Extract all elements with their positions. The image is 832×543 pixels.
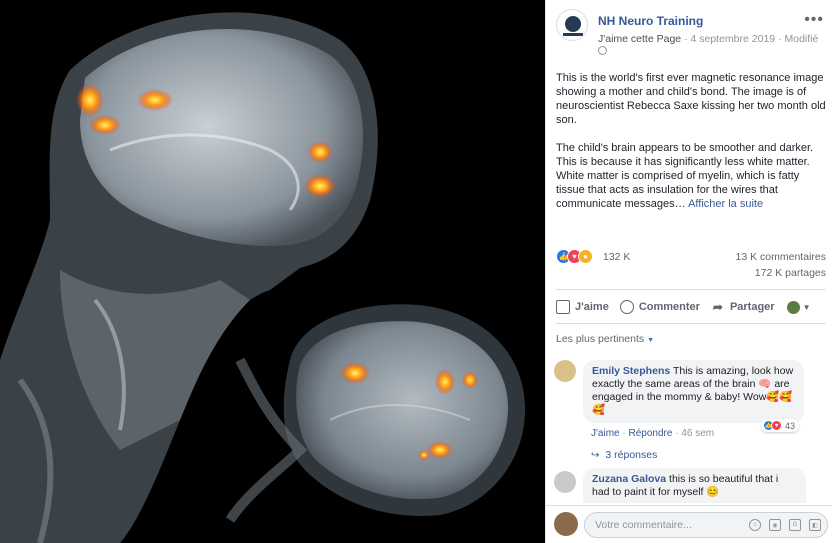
wow-reaction-icon: ● — [578, 249, 593, 264]
post-meta: J'aime cette Page · 4 septembre 2019 · M… — [598, 33, 818, 45]
more-options-icon[interactable]: ••• — [804, 11, 824, 29]
comment-author-link[interactable]: Emily Stephens — [592, 365, 670, 377]
meta-separator: · — [684, 33, 688, 45]
comments-list: Emily Stephens This is amazing, look how… — [546, 350, 832, 505]
share-button[interactable]: ➦ Partager — [711, 300, 775, 314]
post-paragraph: The child's brain appears to be smoother… — [556, 141, 828, 211]
comment-reaction-badge[interactable]: 👍 ♥ 43 — [761, 419, 800, 432]
modified-label[interactable]: Modifié — [784, 33, 818, 45]
comment-age[interactable]: 46 sem — [681, 428, 714, 439]
post-text: This is the world's first ever magnetic … — [556, 71, 828, 225]
comment-link-separator: · — [622, 428, 626, 439]
comment-input-placeholder: Votre commentaire... — [595, 519, 692, 531]
commenter-avatar[interactable] — [554, 360, 576, 382]
user-avatar-icon — [786, 300, 800, 314]
share-count[interactable]: 172 K partages — [755, 267, 826, 279]
comment-links: J'aime · Répondre · 46 sem — [591, 428, 714, 439]
comment-filter-dropdown[interactable]: Les plus pertinents ▼ — [556, 333, 654, 345]
globe-icon — [598, 46, 607, 55]
brain-logo-icon — [563, 16, 583, 36]
emoji-icon[interactable]: ☺ — [749, 519, 761, 531]
page-avatar[interactable] — [556, 9, 588, 41]
composer-icons: ☺ ◉ G ◧ — [741, 519, 821, 531]
comment-count[interactable]: 13 K commentaires — [736, 251, 826, 263]
mri-image — [0, 0, 545, 543]
comment-composer: Votre commentaire... ☺ ◉ G ◧ — [546, 505, 832, 543]
audience-selector[interactable]: ▼ — [786, 300, 811, 314]
post-header: NH Neuro Training J'aime cette Page · 4 … — [556, 9, 826, 55]
post-viewer: NH Neuro Training J'aime cette Page · 4 … — [0, 0, 832, 543]
share-arrow-icon: ➦ — [712, 300, 723, 314]
sticker-icon[interactable]: ◧ — [809, 519, 821, 531]
divider — [556, 323, 826, 324]
caret-down-icon: ▼ — [802, 302, 811, 312]
current-user-avatar — [554, 512, 578, 536]
post-paragraph-text: The child's brain appears to be smoother… — [556, 142, 814, 210]
page-name-link[interactable]: NH Neuro Training — [598, 14, 703, 28]
see-more-link[interactable]: Afficher la suite — [688, 198, 763, 210]
comment-reaction-count: 43 — [785, 420, 796, 431]
post-panel: NH Neuro Training J'aime cette Page · 4 … — [545, 0, 832, 543]
commenter-avatar[interactable] — [554, 471, 576, 493]
post-photo[interactable] — [0, 0, 545, 543]
post-date[interactable]: 4 septembre 2019 — [690, 33, 775, 45]
comment-button[interactable]: Commenter — [619, 300, 700, 314]
thumbs-up-icon — [556, 300, 570, 314]
reaction-count[interactable]: 132 K — [603, 251, 630, 263]
camera-icon[interactable]: ◉ — [769, 519, 781, 531]
like-label: J'aime — [575, 301, 609, 313]
comment-input[interactable]: Votre commentaire... ☺ ◉ G ◧ — [584, 512, 828, 538]
comment-bubble: Emily Stephens This is amazing, look how… — [583, 360, 804, 423]
comment-reply-link[interactable]: Répondre — [629, 428, 673, 439]
share-label: Partager — [729, 301, 775, 313]
comment-filter-label: Les plus pertinents — [556, 333, 645, 345]
reaction-icons[interactable]: 👍 ♥ ● — [556, 249, 593, 264]
replies-label: 3 réponses — [605, 449, 658, 461]
speech-bubble-icon — [619, 300, 634, 314]
post-actions: J'aime Commenter ➦ Partager ▼ — [556, 293, 826, 321]
reply-arrow-icon: ↪ — [591, 449, 600, 461]
comment-bubble: Zuzana Galova this is so beautiful that … — [583, 468, 806, 503]
view-replies-link[interactable]: ↪ 3 réponses — [591, 449, 657, 461]
divider — [556, 289, 826, 290]
comment-label: Commenter — [638, 301, 700, 313]
like-page-link[interactable]: J'aime cette Page — [598, 33, 681, 45]
gif-icon[interactable]: G — [789, 519, 801, 531]
love-reaction-icon: ♥ — [771, 420, 782, 431]
comment-like-link[interactable]: J'aime — [591, 428, 620, 439]
meta-separator: · — [778, 33, 782, 45]
caret-down-icon: ▼ — [647, 337, 655, 344]
reaction-summary: 👍 ♥ ● 132 K 13 K commentaires 172 K part… — [556, 249, 826, 289]
like-button[interactable]: J'aime — [556, 300, 609, 314]
comment-link-separator: · — [675, 428, 679, 439]
post-paragraph: This is the world's first ever magnetic … — [556, 72, 826, 126]
comment-author-link[interactable]: Zuzana Galova — [592, 473, 666, 485]
